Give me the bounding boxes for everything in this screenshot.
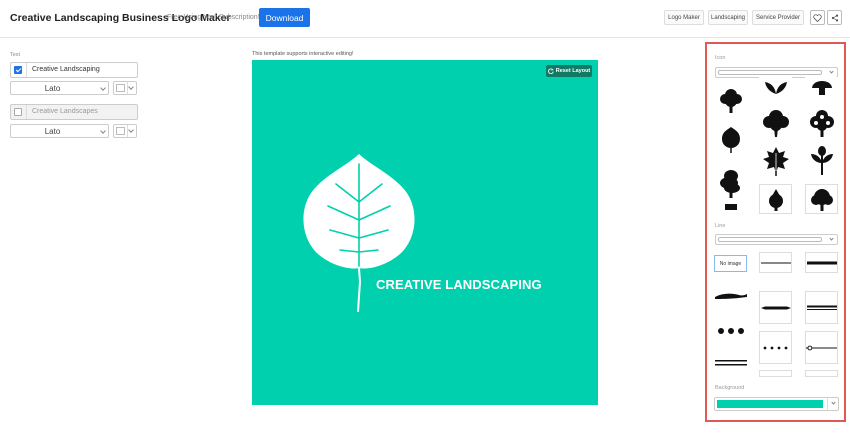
design-options-panel: Icon Line No image Background	[705, 42, 846, 422]
double-line-icon	[806, 305, 837, 310]
small-dots-line-icon	[763, 346, 787, 349]
tag-landscaping[interactable]: Landscaping	[708, 10, 748, 25]
line-option-dots[interactable]	[714, 314, 747, 347]
icon-tile-leaves[interactable]	[759, 77, 792, 99]
tag-service-provider[interactable]: Service Provider	[752, 10, 804, 25]
text-line-2-placeholder: Creative Landscapes	[32, 108, 98, 115]
reset-layout-label: Reset Layout	[555, 68, 591, 74]
text-line-1-color-select[interactable]	[113, 81, 137, 95]
tree-icon	[810, 189, 833, 211]
line-option-partial-2[interactable]	[805, 370, 838, 377]
leaf-logo-icon	[303, 154, 415, 313]
icon-tile-partial-1[interactable]	[714, 204, 747, 214]
no-image-option[interactable]: No image	[714, 255, 747, 272]
divider	[26, 105, 27, 119]
tree-icon	[724, 204, 737, 210]
divider	[26, 63, 27, 77]
tag-logo-maker[interactable]: Logo Maker	[664, 10, 704, 25]
icon-tile-leaf-selected[interactable]	[714, 122, 747, 155]
tree-icon	[762, 109, 789, 137]
line-option-partial-1[interactable]	[759, 370, 792, 377]
font-value: Lato	[44, 127, 61, 136]
line-option-triple[interactable]	[714, 354, 747, 374]
share-button[interactable]	[827, 10, 842, 25]
line-option-ring[interactable]	[805, 331, 838, 364]
plant-icon	[810, 145, 833, 175]
divider	[127, 82, 128, 94]
line-option-thin[interactable]	[759, 252, 792, 273]
line-option-small-dots[interactable]	[759, 331, 792, 364]
thin-line-icon	[760, 262, 791, 263]
heart-icon	[813, 13, 822, 22]
dot-line-icon	[717, 327, 744, 334]
leaf-icon	[721, 126, 740, 153]
tapered-line-icon	[760, 306, 791, 309]
refresh-icon	[547, 68, 554, 74]
icon-tile-tree-oak[interactable]	[759, 106, 792, 139]
chevron-down-icon	[100, 85, 106, 91]
icon-tile-plant[interactable]	[805, 144, 838, 177]
thick-line-icon	[806, 261, 837, 264]
icon-tile-mushroom[interactable]	[805, 77, 838, 99]
download-button[interactable]: Download	[259, 8, 310, 27]
text-line-2-checkbox[interactable]	[14, 108, 22, 116]
ring-line-icon	[806, 345, 837, 350]
editing-note: This template supports interactive editi…	[252, 51, 354, 57]
icon-tile-tree-round[interactable]	[714, 84, 747, 117]
tree-icon	[809, 109, 834, 137]
chevron-down-icon	[831, 400, 836, 405]
line-section-label: Line	[715, 223, 726, 229]
subscription-note: Free Using Your Subscription!	[167, 14, 260, 21]
top-header: Creative Landscaping Business Logo Maker…	[0, 0, 850, 38]
search-field-inner	[718, 70, 822, 75]
icon-section-label: Icon	[715, 55, 726, 61]
mushroom-icon	[811, 81, 832, 95]
background-color-swatch	[717, 400, 823, 408]
tree-icon	[719, 88, 742, 113]
background-color-select[interactable]	[714, 397, 839, 411]
chevron-down-icon	[829, 69, 834, 74]
line-option-wave[interactable]	[714, 279, 747, 312]
share-icon	[831, 13, 838, 22]
chevron-down-icon	[128, 84, 134, 90]
text-line-1-checkbox[interactable]	[14, 66, 22, 74]
text-section-label: Text	[10, 52, 21, 58]
icon-tile-tree-bush[interactable]	[805, 184, 838, 214]
icon-tile-tree-shrub[interactable]	[759, 184, 792, 214]
divider	[827, 398, 828, 410]
leaves-icon	[764, 82, 787, 94]
line-option-tapered[interactable]	[759, 291, 792, 324]
text-line-1-field[interactable]: Creative Landscaping	[10, 62, 138, 78]
text-line-2-font-select[interactable]: Lato	[10, 124, 109, 138]
chevron-down-icon	[100, 128, 106, 134]
background-section-label: Background	[715, 385, 745, 391]
color-swatch	[116, 127, 125, 135]
line-option-double[interactable]	[805, 291, 838, 324]
line-option-thick[interactable]	[805, 252, 838, 273]
favorite-button[interactable]	[810, 10, 825, 25]
text-line-2-field[interactable]: Creative Landscapes	[10, 104, 138, 120]
icon-tile-tree-tall[interactable]	[714, 166, 747, 199]
font-value: Lato	[44, 84, 61, 93]
icon-tile-maple-leaf[interactable]	[759, 144, 792, 177]
chevron-down-icon	[829, 236, 834, 241]
triple-line-icon	[714, 360, 747, 366]
search-field-inner	[718, 237, 822, 242]
brand-text[interactable]: CREATIVE LANDSCAPING	[376, 277, 542, 292]
text-line-2-color-select[interactable]	[113, 124, 137, 138]
tree-icon	[768, 189, 783, 211]
tree-icon	[719, 169, 740, 198]
color-swatch	[116, 84, 125, 92]
text-line-1-value: Creative Landscaping	[32, 66, 100, 73]
divider	[127, 125, 128, 137]
wave-line-icon	[714, 293, 747, 299]
line-search-input[interactable]	[715, 234, 838, 245]
chevron-down-icon	[128, 127, 134, 133]
maple-leaf-icon	[762, 146, 789, 176]
icon-tile-tree-spots[interactable]	[805, 106, 838, 139]
reset-layout-button[interactable]: Reset Layout	[546, 65, 592, 77]
logo-canvas[interactable]	[252, 60, 598, 405]
text-line-1-font-select[interactable]: Lato	[10, 81, 109, 95]
